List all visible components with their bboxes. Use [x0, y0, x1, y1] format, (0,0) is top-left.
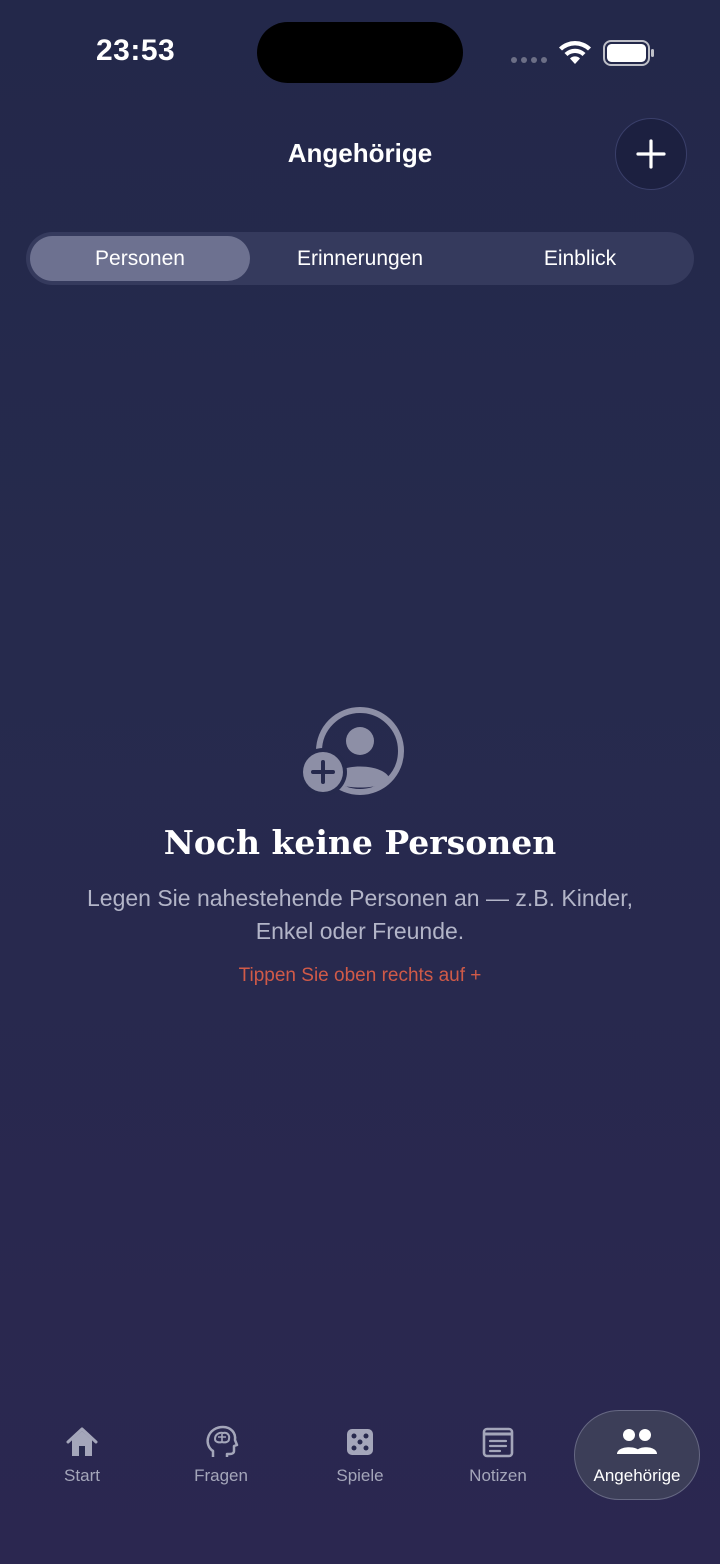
segment-einblick[interactable]: Einblick [470, 236, 690, 281]
empty-state-title: Noch keine Personen [163, 823, 557, 862]
tab-start[interactable]: Start [19, 1410, 145, 1500]
tab-notizen-label: Notizen [469, 1466, 527, 1485]
tab-fragen[interactable]: Fragen [158, 1410, 284, 1500]
empty-state-hint: Tippen Sie oben rechts auf + [238, 965, 482, 986]
tab-bar: Start Fragen Spiele Notizen Angehörige [0, 1400, 720, 1510]
add-person-icon [300, 707, 404, 796]
tab-fragen-label: Fragen [194, 1466, 248, 1485]
segmented-control: Personen Erinnerungen Einblick [26, 232, 694, 285]
notes-icon [482, 1427, 514, 1458]
cellular-signal-icon [511, 57, 547, 63]
empty-state-description: Legen Sie nahestehende Personen an — z.B… [86, 885, 633, 944]
tab-start-label: Start [64, 1466, 100, 1485]
add-person-button[interactable] [615, 118, 687, 190]
battery-icon [603, 40, 654, 66]
brain-head-icon [206, 1425, 239, 1457]
plus-icon [636, 139, 666, 169]
segment-personen[interactable]: Personen [30, 236, 250, 281]
dice-icon [347, 1429, 373, 1455]
wifi-icon [559, 41, 591, 64]
segment-erinnerungen[interactable]: Erinnerungen [250, 236, 470, 281]
page-title: Angehörige [287, 138, 433, 168]
tab-angehoerige-label: Angehörige [593, 1466, 681, 1485]
home-icon [66, 1427, 98, 1456]
tab-spiele[interactable]: Spiele [297, 1410, 423, 1500]
people-icon [617, 1429, 657, 1454]
tab-notizen[interactable]: Notizen [435, 1410, 561, 1500]
tab-angehoerige[interactable]: Angehörige [574, 1410, 700, 1500]
tab-spiele-label: Spiele [336, 1466, 384, 1485]
dynamic-island [257, 22, 463, 83]
status-time: 23:53 [96, 34, 176, 67]
